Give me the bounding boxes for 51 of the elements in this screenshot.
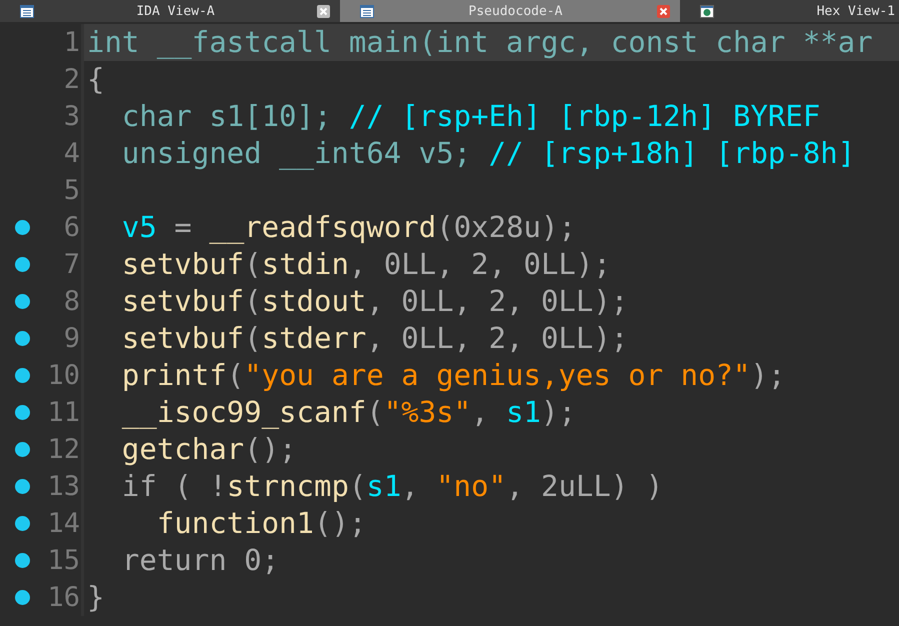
code-line: setvbuf(stdin, 0LL, 2, 0LL);	[120, 247, 611, 281]
breakpoint-dot[interactable]	[14, 294, 30, 309]
tab[interactable]: IDA View-A	[0, 0, 340, 22]
code-line: __isoc99_scanf("%3s", s1);	[120, 395, 576, 429]
line-number: 1	[62, 26, 80, 60]
list-icon	[360, 4, 374, 18]
code-line: printf("you are a genius,yes or no?");	[120, 358, 786, 392]
breakpoint-dot[interactable]	[14, 405, 30, 420]
code-line: unsigned __int64 v5; // [rsp+18h] [rbp-8h]	[120, 136, 856, 170]
breakpoint-dot[interactable]	[14, 479, 30, 494]
line-number: 6	[62, 211, 80, 245]
code-line: v5 = __readfsqword(0x28u);	[120, 210, 576, 244]
tab-label: Hex View-1	[816, 4, 895, 18]
code-line: function1();	[156, 506, 366, 540]
line-number: 9	[62, 322, 80, 356]
breakpoint-dot[interactable]	[14, 220, 30, 235]
line-number: 5	[62, 174, 80, 208]
code-line: getchar();	[120, 432, 297, 466]
line-number: 15	[46, 544, 80, 578]
line-number: 10	[46, 359, 80, 393]
tab[interactable]: Hex View-1	[680, 0, 899, 22]
code-line: int __fastcall main(int argc, const char **ar	[87, 25, 873, 59]
code-line: setvbuf(stdout, 0LL, 2, 0LL);	[120, 284, 628, 318]
line-number: 16	[46, 581, 80, 615]
code-line: }	[87, 580, 104, 614]
breakpoint-dot[interactable]	[14, 590, 30, 605]
breakpoint-dot[interactable]	[14, 257, 30, 272]
line-number: 8	[62, 285, 80, 319]
breakpoint-dot[interactable]	[14, 553, 30, 568]
code-line: if ( !strncmp(s1, "no", 2uLL) )	[120, 469, 664, 503]
line-number: 13	[46, 470, 80, 504]
tab-label: Pseudocode-A	[468, 4, 564, 18]
breakpoint-dot[interactable]	[14, 368, 30, 383]
breakpoint-dot[interactable]	[14, 331, 30, 346]
line-number: 4	[62, 137, 80, 171]
breakpoint-dot[interactable]	[14, 516, 30, 531]
line-number: 7	[62, 248, 80, 282]
close-icon[interactable]	[317, 4, 330, 18]
code-line: return 0;	[120, 543, 280, 577]
list-icon	[20, 4, 34, 18]
line-number: 11	[46, 396, 80, 430]
tab-label: IDA View-A	[135, 4, 216, 18]
line-number: 3	[62, 100, 80, 134]
breakpoint-dot[interactable]	[14, 442, 30, 457]
line-number: 2	[62, 63, 80, 97]
code-line: char s1[10]; // [rsp+Eh] [rbp-12h] BYREF	[120, 99, 820, 133]
line-number: 12	[46, 433, 80, 467]
hex-view-icon	[700, 4, 714, 18]
code-line: {	[87, 62, 104, 96]
line-number: 14	[46, 507, 80, 541]
code-line: setvbuf(stderr, 0LL, 2, 0LL);	[120, 321, 628, 355]
